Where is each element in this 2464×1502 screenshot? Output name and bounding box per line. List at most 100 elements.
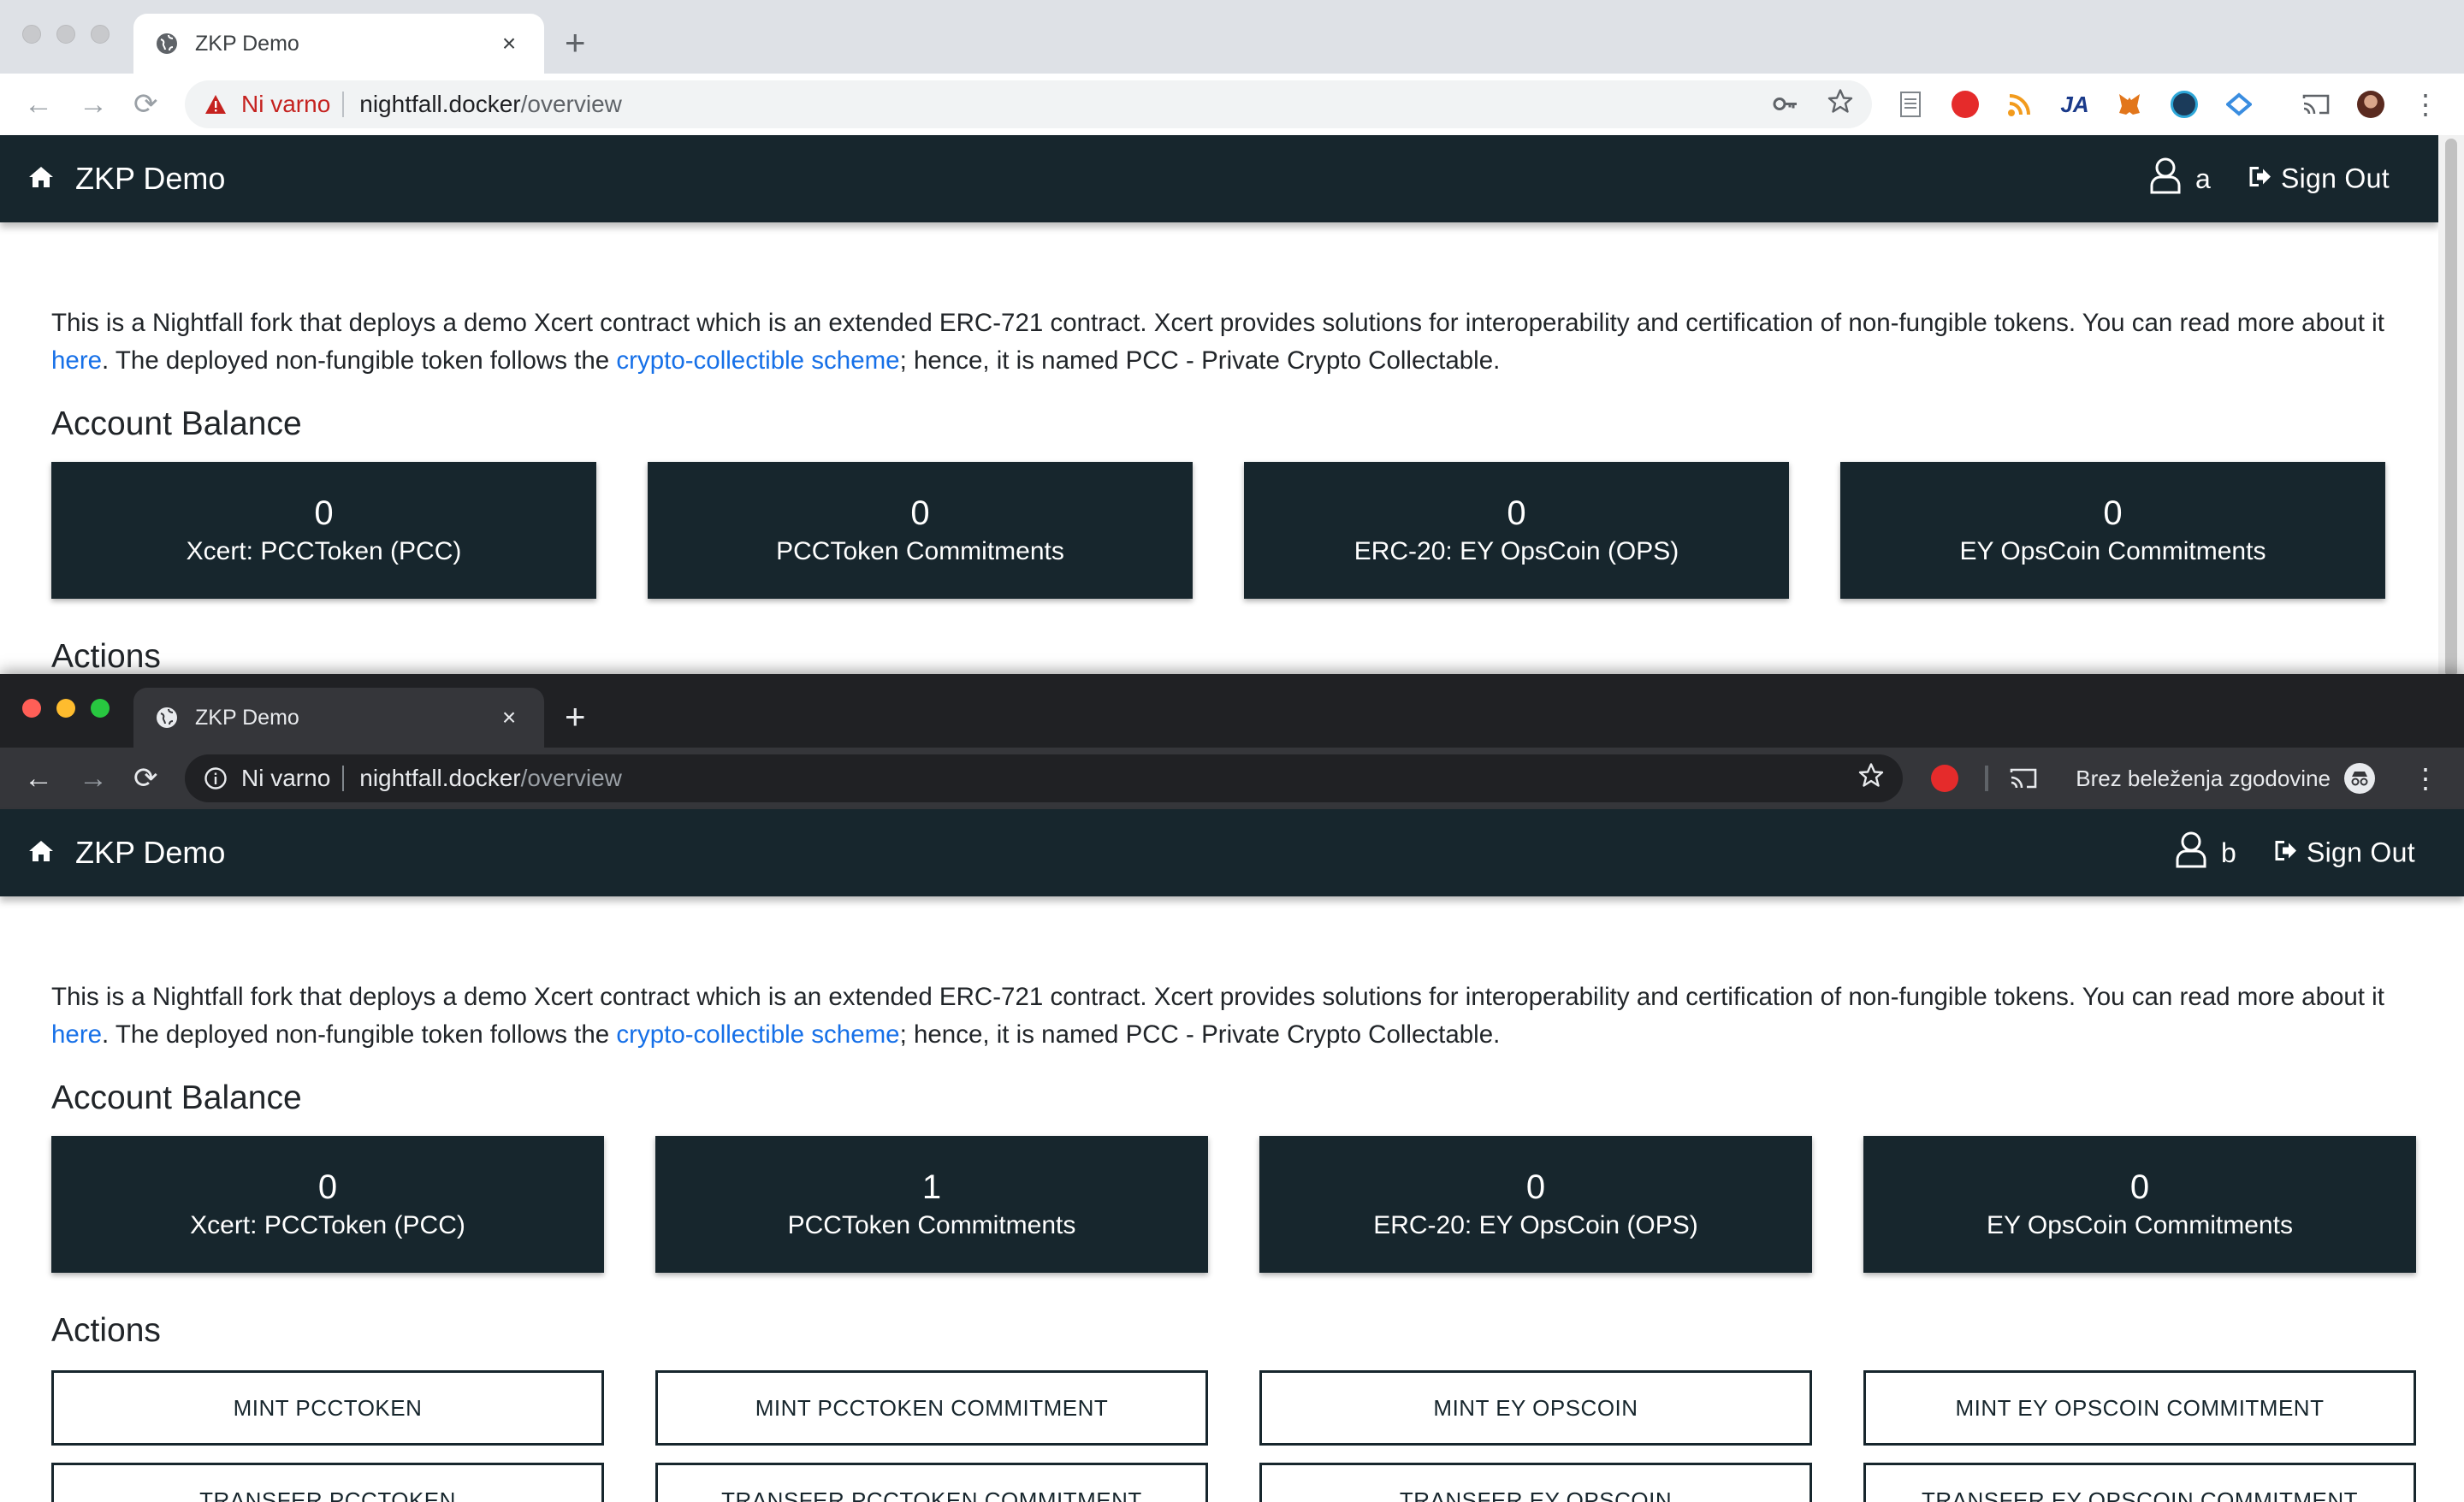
adblock-extension-icon[interactable] bbox=[1930, 764, 1959, 793]
close-tab-icon[interactable]: × bbox=[496, 30, 522, 57]
new-tab-button[interactable]: + bbox=[565, 25, 586, 61]
minimize-window-button[interactable] bbox=[56, 699, 75, 718]
security-status[interactable]: Ni varno bbox=[241, 91, 330, 118]
adblock-extension-icon[interactable] bbox=[1951, 90, 1980, 119]
reload-icon[interactable]: ⟳ bbox=[133, 764, 158, 793]
key-icon[interactable] bbox=[1773, 91, 1798, 118]
account-balance-heading: Account Balance bbox=[51, 405, 302, 442]
browser-toolbar: ← → ⟳ Ni varno nightfall.docker/overview… bbox=[0, 74, 2464, 136]
mint-ey-opscoin-commitment-button[interactable]: MINT EY OPSCOIN COMMITMENT bbox=[1863, 1370, 2416, 1446]
sign-out-button[interactable]: Sign Out bbox=[2274, 837, 2415, 869]
menu-icon[interactable]: ⋮ bbox=[2411, 89, 2440, 120]
sign-out-label: Sign Out bbox=[2281, 163, 2390, 194]
address-bar[interactable]: Ni varno nightfall.docker/overview bbox=[185, 80, 1872, 128]
intro-text: This is a Nightfall fork that deploys a … bbox=[51, 983, 2384, 1011]
intro-text: ; hence, it is named PCC - Private Crypt… bbox=[899, 346, 1501, 375]
balance-card-pcc: 0 Xcert: PCCToken (PCC) bbox=[51, 462, 596, 599]
security-status[interactable]: Ni varno bbox=[241, 765, 330, 792]
maximize-window-button[interactable] bbox=[91, 25, 110, 44]
warning-icon[interactable] bbox=[204, 92, 228, 116]
ja-extension-icon[interactable]: JA bbox=[2060, 90, 2089, 119]
balance-label: Xcert: PCCToken (PCC) bbox=[190, 1211, 465, 1239]
username: a bbox=[2195, 163, 2211, 194]
profile-avatar[interactable] bbox=[2356, 90, 2385, 119]
back-icon[interactable]: ← bbox=[24, 90, 53, 119]
forward-icon[interactable]: → bbox=[79, 764, 108, 793]
metamask-extension-icon[interactable] bbox=[2115, 90, 2144, 119]
transfer-pcctoken-button[interactable]: TRANSFER PCCTOKEN bbox=[51, 1463, 604, 1502]
balance-card-pcc: 0 Xcert: PCCToken (PCC) bbox=[51, 1136, 604, 1273]
cast-icon[interactable] bbox=[2009, 764, 2038, 793]
circle-extension-icon[interactable] bbox=[2170, 90, 2199, 119]
bookmark-star-icon[interactable] bbox=[1827, 89, 1853, 121]
rss-extension-icon[interactable] bbox=[2005, 90, 2035, 119]
tab-title: ZKP Demo bbox=[195, 705, 299, 730]
user-menu[interactable]: b bbox=[2175, 831, 2236, 875]
forward-icon[interactable]: → bbox=[79, 90, 108, 119]
sign-out-icon bbox=[2274, 837, 2298, 869]
transfer-ey-opscoin-button[interactable]: TRANSFER EY OPSCOIN bbox=[1259, 1463, 1812, 1502]
url-host: nightfall.docker bbox=[359, 91, 521, 117]
bookmark-star-icon[interactable] bbox=[1858, 763, 1884, 795]
crypto-collectible-scheme-link[interactable]: crypto-collectible scheme bbox=[616, 346, 899, 375]
username: b bbox=[2221, 837, 2236, 868]
balance-value: 0 bbox=[910, 494, 930, 532]
actions-grid: MINT PCCTOKEN MINT PCCTOKEN COMMITMENT M… bbox=[51, 1370, 2416, 1502]
balance-value: 0 bbox=[2129, 1168, 2150, 1206]
address-bar[interactable]: Ni varno nightfall.docker/overview bbox=[185, 754, 1903, 802]
url-path: /overview bbox=[520, 91, 622, 117]
menu-icon[interactable]: ⋮ bbox=[2411, 763, 2440, 794]
balance-label: ERC-20: EY OpsCoin (OPS) bbox=[1353, 537, 1679, 565]
balance-value: 0 bbox=[1507, 494, 1526, 532]
balance-label: PCCToken Commitments bbox=[776, 537, 1064, 565]
balance-card-ops-commitments: 0 EY OpsCoin Commitments bbox=[1863, 1136, 2416, 1273]
back-icon[interactable]: ← bbox=[24, 764, 53, 793]
reload-icon[interactable]: ⟳ bbox=[133, 90, 158, 119]
url-host: nightfall.docker bbox=[359, 765, 521, 791]
maximize-window-button[interactable] bbox=[91, 699, 110, 718]
tab-strip: ZKP Demo × + bbox=[0, 674, 2464, 748]
globe-icon bbox=[156, 707, 178, 729]
info-icon[interactable] bbox=[204, 766, 228, 790]
mint-ey-opscoin-button[interactable]: MINT EY OPSCOIN bbox=[1259, 1370, 1812, 1446]
brand-link[interactable]: ZKP Demo bbox=[27, 835, 225, 871]
mint-pcctoken-button[interactable]: MINT PCCTOKEN bbox=[51, 1370, 604, 1446]
home-icon bbox=[27, 835, 55, 871]
new-tab-button[interactable]: + bbox=[565, 699, 586, 735]
sign-out-label: Sign Out bbox=[2307, 837, 2415, 868]
scrollbar-thumb[interactable] bbox=[2445, 139, 2457, 676]
incognito-indicator[interactable]: Brez beleženja zgodovine bbox=[2076, 763, 2375, 794]
balance-label: EY OpsCoin Commitments bbox=[1987, 1211, 2293, 1239]
mint-pcctoken-commitment-button[interactable]: MINT PCCTOKEN COMMITMENT bbox=[655, 1370, 1208, 1446]
browser-toolbar: ← → ⟳ Ni varno nightfall.docker/overview… bbox=[0, 748, 2464, 809]
brand-link[interactable]: ZKP Demo bbox=[27, 161, 225, 197]
minimize-window-button[interactable] bbox=[56, 25, 75, 44]
sign-out-button[interactable]: Sign Out bbox=[2248, 163, 2390, 195]
close-tab-icon[interactable]: × bbox=[496, 704, 522, 731]
balance-card-ops: 0 ERC-20: EY OpsCoin (OPS) bbox=[1259, 1136, 1812, 1273]
here-link[interactable]: here bbox=[51, 346, 102, 375]
tab-zkp-demo[interactable]: ZKP Demo × bbox=[133, 14, 544, 74]
page-content: This is a Nightfall fork that deploys a … bbox=[51, 305, 2413, 675]
here-link[interactable]: here bbox=[51, 1020, 102, 1049]
intro-text: . The deployed non-fungible token follow… bbox=[102, 346, 617, 375]
balance-label: ERC-20: EY OpsCoin (OPS) bbox=[1373, 1211, 1698, 1239]
balance-label: EY OpsCoin Commitments bbox=[1959, 537, 2266, 565]
tab-zkp-demo[interactable]: ZKP Demo × bbox=[133, 688, 544, 748]
crypto-collectible-scheme-link[interactable]: crypto-collectible scheme bbox=[616, 1020, 899, 1049]
user-icon bbox=[2175, 831, 2207, 875]
scrollbar[interactable] bbox=[2438, 135, 2464, 676]
cast-icon[interactable] bbox=[2301, 90, 2331, 119]
user-menu[interactable]: a bbox=[2149, 157, 2211, 201]
wallet-extension-icon[interactable] bbox=[2224, 90, 2254, 119]
close-window-button[interactable] bbox=[22, 25, 41, 44]
transfer-pcctoken-commitment-button[interactable]: TRANSFER PCCTOKEN COMMITMENT bbox=[655, 1463, 1208, 1502]
user-icon bbox=[2149, 157, 2182, 201]
url-path: /overview bbox=[520, 765, 622, 791]
transfer-ey-opscoin-commitment-button[interactable]: TRANSFER EY OPSCOIN COMMITMENT bbox=[1863, 1463, 2416, 1502]
tab-title: ZKP Demo bbox=[195, 31, 299, 56]
balance-value: 0 bbox=[314, 494, 334, 532]
page-icon[interactable] bbox=[1896, 90, 1925, 119]
intro-paragraph: This is a Nightfall fork that deploys a … bbox=[51, 305, 2413, 380]
close-window-button[interactable] bbox=[22, 699, 41, 718]
